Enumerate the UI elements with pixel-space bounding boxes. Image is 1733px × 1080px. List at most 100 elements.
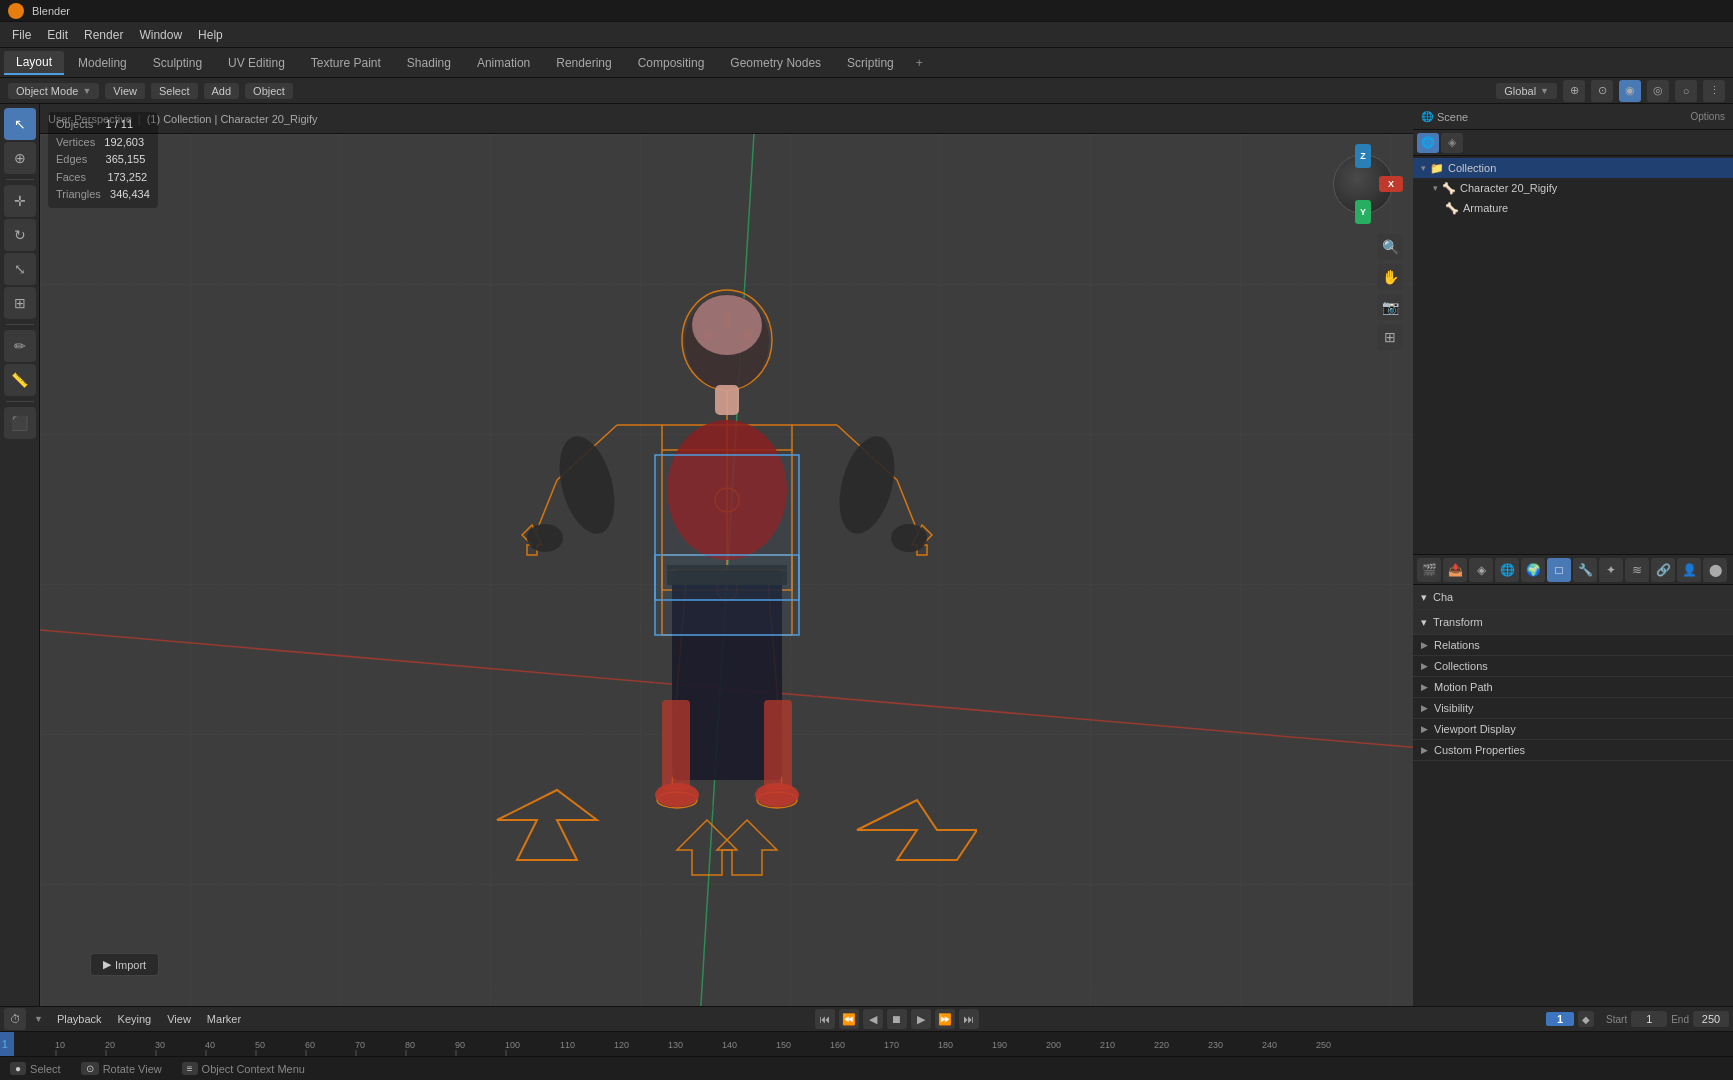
tool-cursor[interactable]: ⊕ (4, 142, 36, 174)
prop-tab-material[interactable]: ⬤ (1703, 558, 1727, 582)
pan-btn[interactable]: ✋ (1377, 264, 1403, 290)
tab-add-button[interactable]: + (908, 52, 931, 74)
viewport-pie-menu[interactable]: ⋮ (1703, 80, 1725, 102)
prop-tab-modifier[interactable]: 🔧 (1573, 558, 1597, 582)
tool-select[interactable]: ↖ (4, 108, 36, 140)
select-menu[interactable]: Select (151, 83, 198, 99)
outliner-item-character[interactable]: ▾ 🦴 Character 20_Rigify (1413, 178, 1733, 198)
prop-tab-physics[interactable]: ≋ (1625, 558, 1649, 582)
outliner-item-armature[interactable]: 🦴 Armature (1413, 198, 1733, 218)
menu-help[interactable]: Help (190, 26, 231, 44)
prop-tab-output[interactable]: 📤 (1443, 558, 1467, 582)
menu-render[interactable]: Render (76, 26, 131, 44)
prop-tab-scene[interactable]: 🌐 (1495, 558, 1519, 582)
step-back-btn[interactable]: ⏪ (839, 1009, 859, 1029)
tab-compositing[interactable]: Compositing (626, 52, 717, 74)
import-button[interactable]: ▶ Import (90, 953, 159, 976)
viewport[interactable]: User Perspective | (1) Collection | Char… (40, 104, 1413, 1006)
play-back-btn[interactable]: ◀ (863, 1009, 883, 1029)
tab-uv-editing[interactable]: UV Editing (216, 52, 297, 74)
prop-section-relations[interactable]: ▶ Relations (1413, 635, 1733, 656)
menu-window[interactable]: Window (131, 26, 190, 44)
grid-btn[interactable]: ⊞ (1377, 324, 1403, 350)
view-menu[interactable]: View (105, 83, 145, 99)
prop-tab-constraints[interactable]: 🔗 (1651, 558, 1675, 582)
viewport-navigation-gizmo[interactable]: X Y Z (1323, 144, 1403, 224)
tool-move[interactable]: ✛ (4, 185, 36, 217)
tool-add-cube[interactable]: ⬛ (4, 407, 36, 439)
viewport-shading-global[interactable]: Global ▼ (1496, 83, 1557, 99)
viewport-shading-rendered[interactable]: ○ (1675, 80, 1697, 102)
svg-text:230: 230 (1208, 1040, 1223, 1050)
timeline: ⏱ ▼ Playback Keying View Marker ⏮ ⏪ ◀ ⏹ … (0, 1006, 1733, 1056)
end-frame[interactable]: 250 (1693, 1011, 1729, 1027)
tab-rendering[interactable]: Rendering (544, 52, 623, 74)
import-label: Import (115, 959, 146, 971)
tab-modeling[interactable]: Modeling (66, 52, 139, 74)
timeline-icon[interactable]: ⏱ (4, 1008, 26, 1030)
current-frame[interactable]: 1 (1546, 1012, 1574, 1026)
mode-selector[interactable]: Object Mode ▼ (8, 83, 99, 99)
camera-btn[interactable]: 📷 (1377, 294, 1403, 320)
timeline-menu-view[interactable]: View (161, 1011, 197, 1027)
tool-scale[interactable]: ⤡ (4, 253, 36, 285)
play-pause-btn[interactable]: ⏹ (887, 1009, 907, 1029)
timeline-controls-bar: ⏱ ▼ Playback Keying View Marker ⏮ ⏪ ◀ ⏹ … (0, 1007, 1733, 1032)
tab-animation[interactable]: Animation (465, 52, 542, 74)
prop-tab-particles[interactable]: ✦ (1599, 558, 1623, 582)
prop-section-viewport-display[interactable]: ▶ Viewport Display (1413, 719, 1733, 740)
timeline-menu-marker[interactable]: Marker (201, 1011, 247, 1027)
prop-section-motion[interactable]: ▶ Motion Path (1413, 677, 1733, 698)
viewport-overlay-btn[interactable]: ⊕ (1563, 80, 1585, 102)
jump-start-btn[interactable]: ⏮ (815, 1009, 835, 1029)
tool-rotate[interactable]: ↻ (4, 219, 36, 251)
outliner-tab-view-layer[interactable]: ◈ (1441, 133, 1463, 153)
nav-gizmo[interactable]: X Y Z (1323, 144, 1403, 224)
tab-layout[interactable]: Layout (4, 51, 64, 75)
nav-axis-x[interactable]: X (1379, 176, 1403, 192)
tab-texture-paint[interactable]: Texture Paint (299, 52, 393, 74)
outliner-item-collection[interactable]: ▾ 📁 Collection (1413, 158, 1733, 178)
nav-axis-y[interactable]: Y (1355, 200, 1371, 224)
prop-section-transform-header[interactable]: ▾ Transform (1413, 610, 1733, 634)
start-frame[interactable]: 1 (1631, 1011, 1667, 1027)
tool-annotate[interactable]: ✏ (4, 330, 36, 362)
context-key-icon: ≡ (182, 1062, 198, 1075)
outliner-tab-scene[interactable]: 🌐 (1417, 133, 1439, 153)
keyframe-btn[interactable]: ◆ (1578, 1011, 1594, 1027)
prop-tab-world[interactable]: 🌍 (1521, 558, 1545, 582)
tab-geometry-nodes[interactable]: Geometry Nodes (718, 52, 833, 74)
tab-scripting[interactable]: Scripting (835, 52, 906, 74)
objects-value: 1 / 11 (106, 118, 134, 130)
menu-edit[interactable]: Edit (39, 26, 76, 44)
nav-axis-z[interactable]: Z (1355, 144, 1371, 168)
tab-sculpting[interactable]: Sculpting (141, 52, 214, 74)
prop-section-cha-header[interactable]: ▾ Cha (1413, 585, 1733, 609)
object-menu[interactable]: Object (245, 83, 293, 99)
timeline-ruler[interactable]: 1 10 20 30 40 50 60 70 80 90 100 110 120… (0, 1032, 1733, 1056)
prop-section-custom-props[interactable]: ▶ Custom Properties (1413, 740, 1733, 761)
svg-text:30: 30 (155, 1040, 165, 1050)
viewport-shading-solid[interactable]: ◉ (1619, 80, 1641, 102)
prop-tab-view-layer[interactable]: ◈ (1469, 558, 1493, 582)
viewport-gizmo-btn[interactable]: ⊙ (1591, 80, 1613, 102)
tab-shading[interactable]: Shading (395, 52, 463, 74)
tool-transform[interactable]: ⊞ (4, 287, 36, 319)
prop-tab-object-data[interactable]: 👤 (1677, 558, 1701, 582)
prop-section-collections[interactable]: ▶ Collections (1413, 656, 1733, 677)
tool-measure[interactable]: 📏 (4, 364, 36, 396)
menu-file[interactable]: File (4, 26, 39, 44)
jump-end-btn[interactable]: ⏭ (959, 1009, 979, 1029)
outliner-tabs: 🌐 ◈ (1413, 130, 1733, 156)
timeline-menu-playback[interactable]: Playback (51, 1011, 108, 1027)
add-menu[interactable]: Add (204, 83, 240, 99)
viewport-shading-material[interactable]: ◎ (1647, 80, 1669, 102)
step-forward-btn[interactable]: ⏩ (935, 1009, 955, 1029)
prop-tab-object[interactable]: □ (1547, 558, 1571, 582)
prop-tab-render[interactable]: 🎬 (1417, 558, 1441, 582)
timeline-menu-keying[interactable]: Keying (112, 1011, 158, 1027)
prop-section-visibility[interactable]: ▶ Visibility (1413, 698, 1733, 719)
zoom-in-btn[interactable]: 🔍 (1377, 234, 1403, 260)
play-forward-btn[interactable]: ▶ (911, 1009, 931, 1029)
status-item-select: ● Select (10, 1062, 61, 1075)
